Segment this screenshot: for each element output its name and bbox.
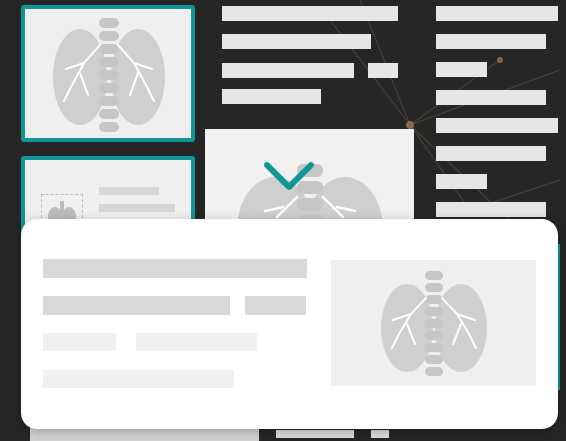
text-line <box>222 63 354 78</box>
text-line <box>436 202 546 217</box>
text-line <box>436 6 558 21</box>
text-line <box>371 430 389 438</box>
text-line <box>436 118 558 133</box>
card-meta-line <box>43 370 234 388</box>
card-meta-line <box>136 333 257 351</box>
card-text-line <box>245 296 306 315</box>
card-meta-line <box>43 333 116 351</box>
chevron-down-icon[interactable] <box>263 161 315 193</box>
card-text-line <box>43 296 230 315</box>
text-line <box>436 34 546 49</box>
text-line <box>99 187 159 195</box>
lungs-xray-icon <box>381 271 487 376</box>
text-line <box>276 430 354 438</box>
text-line <box>222 6 398 21</box>
text-line <box>222 34 371 49</box>
lungs-xray-icon <box>53 18 165 132</box>
text-line <box>368 63 398 78</box>
text-line <box>222 89 321 104</box>
thumbnail-1[interactable] <box>21 5 195 142</box>
card-thumbnail <box>331 260 536 386</box>
card-title-line <box>43 259 307 278</box>
text-line <box>436 62 487 77</box>
text-line <box>436 174 487 189</box>
preview-panel <box>205 129 414 281</box>
overlay-card[interactable] <box>21 219 558 429</box>
text-line <box>99 204 175 212</box>
text-line <box>436 90 546 105</box>
text-line <box>436 146 546 161</box>
